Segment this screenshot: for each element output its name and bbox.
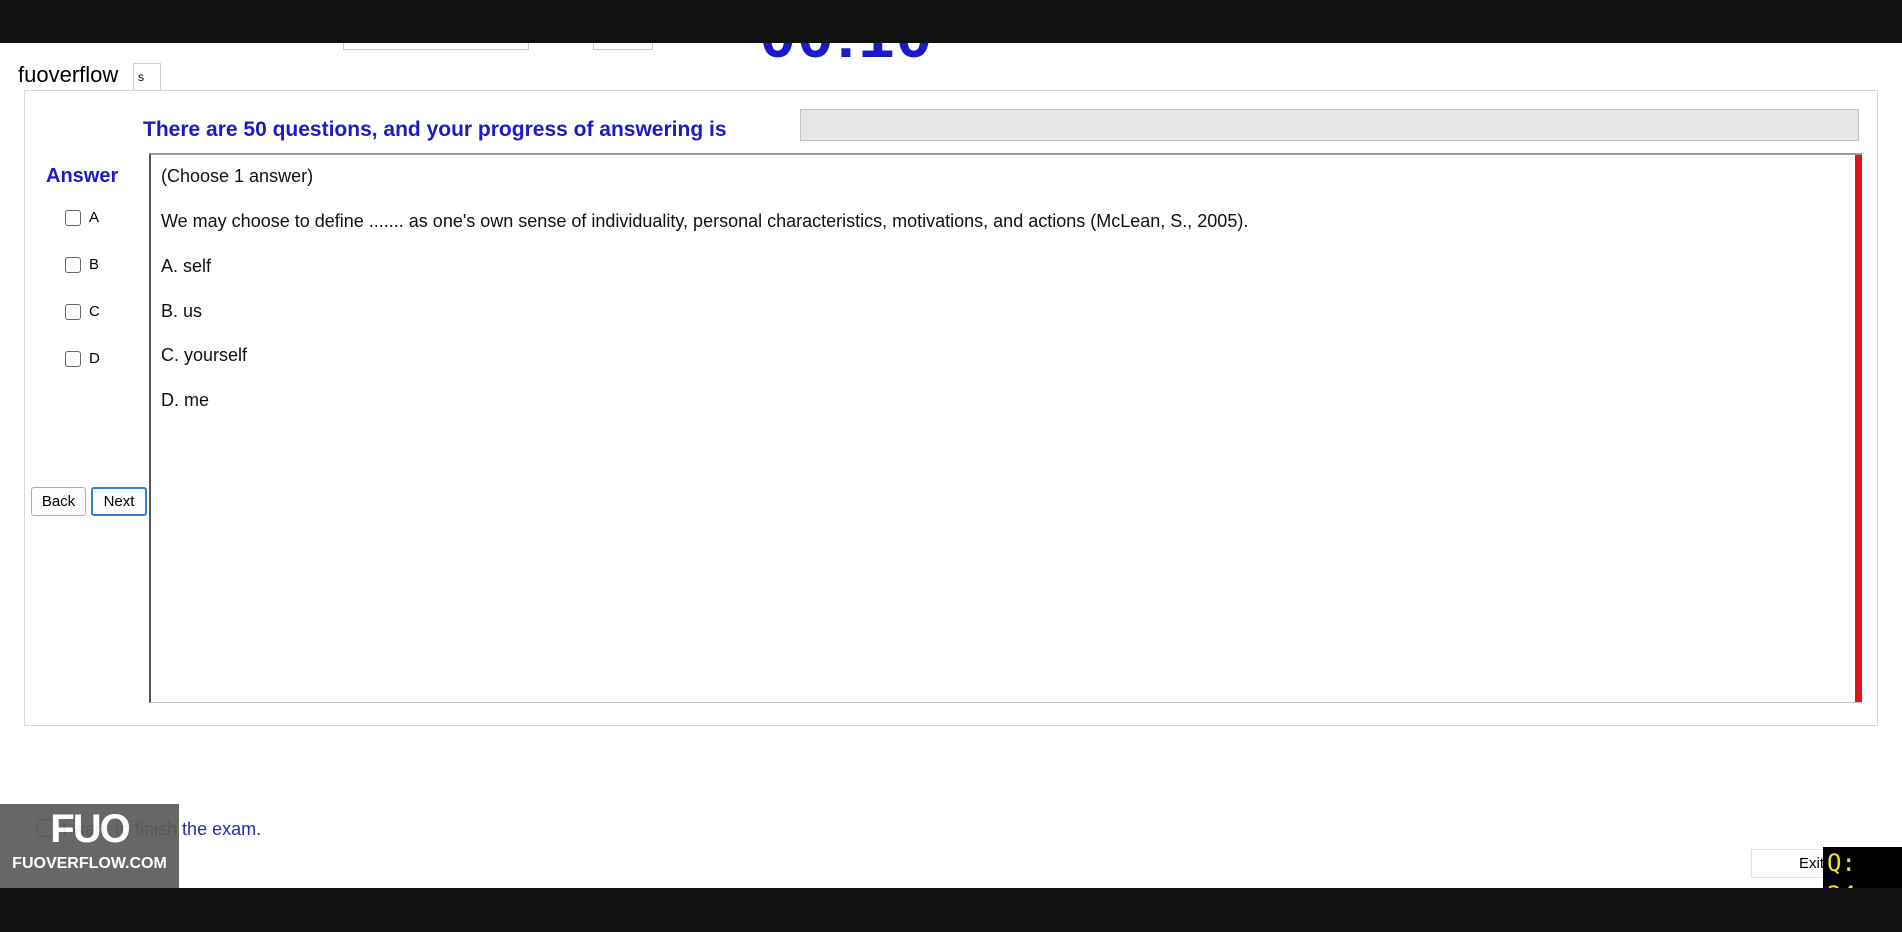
answer-checkbox-d[interactable] — [65, 350, 81, 367]
logo-mark: FUO — [50, 807, 130, 851]
progress-label: There are 50 questions, and your progres… — [143, 118, 727, 141]
answer-option-label: A — [89, 209, 100, 226]
exam-window: 00:10 fuoverflow s There are 50 question… — [0, 43, 1902, 888]
exit-button[interactable]: Exit — [1751, 849, 1829, 878]
choice-c-text: C. yourself — [161, 345, 248, 365]
fuoverflow-logo: FUO FUOVERFLOW.COM — [0, 804, 179, 888]
tab-questions[interactable]: s — [133, 63, 161, 90]
answer-option-b[interactable]: B — [65, 256, 99, 273]
question-counter: Q: 24 — [1823, 847, 1902, 888]
next-button[interactable]: Next — [91, 487, 147, 516]
answer-option-label: C — [89, 303, 100, 320]
answer-option-a[interactable]: A — [65, 209, 99, 226]
answer-option-d[interactable]: D — [65, 350, 100, 367]
answer-option-label: D — [89, 350, 100, 367]
choice-b-text: B. us — [161, 301, 203, 321]
back-button[interactable]: Back — [31, 487, 86, 516]
scroll-indicator-bar — [1855, 155, 1862, 702]
watermark-label: fuoverflow — [18, 62, 119, 87]
answer-checkbox-a[interactable] — [65, 209, 81, 226]
top-field-remnant[interactable] — [593, 43, 653, 50]
answer-checkbox-b[interactable] — [65, 256, 81, 273]
question-text: We may choose to define ....... as one's… — [161, 211, 1249, 231]
exit-button-label: Exit — [1798, 855, 1824, 872]
top-dropdown-remnant[interactable] — [343, 43, 529, 50]
answer-option-label: B — [89, 256, 100, 273]
question-content-box: (Choose 1 answer) We may choose to defin… — [149, 153, 1862, 703]
choice-a-text: A. self — [161, 256, 212, 276]
answer-heading: Answer — [46, 165, 119, 187]
logo-caption: FUOVERFLOW.COM — [12, 855, 167, 872]
answer-checkbox-c[interactable] — [65, 303, 81, 320]
question-instruction: (Choose 1 answer) — [161, 166, 314, 186]
countdown-timer: 00:10 — [760, 43, 934, 67]
answer-option-c[interactable]: C — [65, 303, 100, 320]
choice-d-text: D. me — [161, 390, 210, 410]
progress-bar — [800, 109, 1859, 141]
